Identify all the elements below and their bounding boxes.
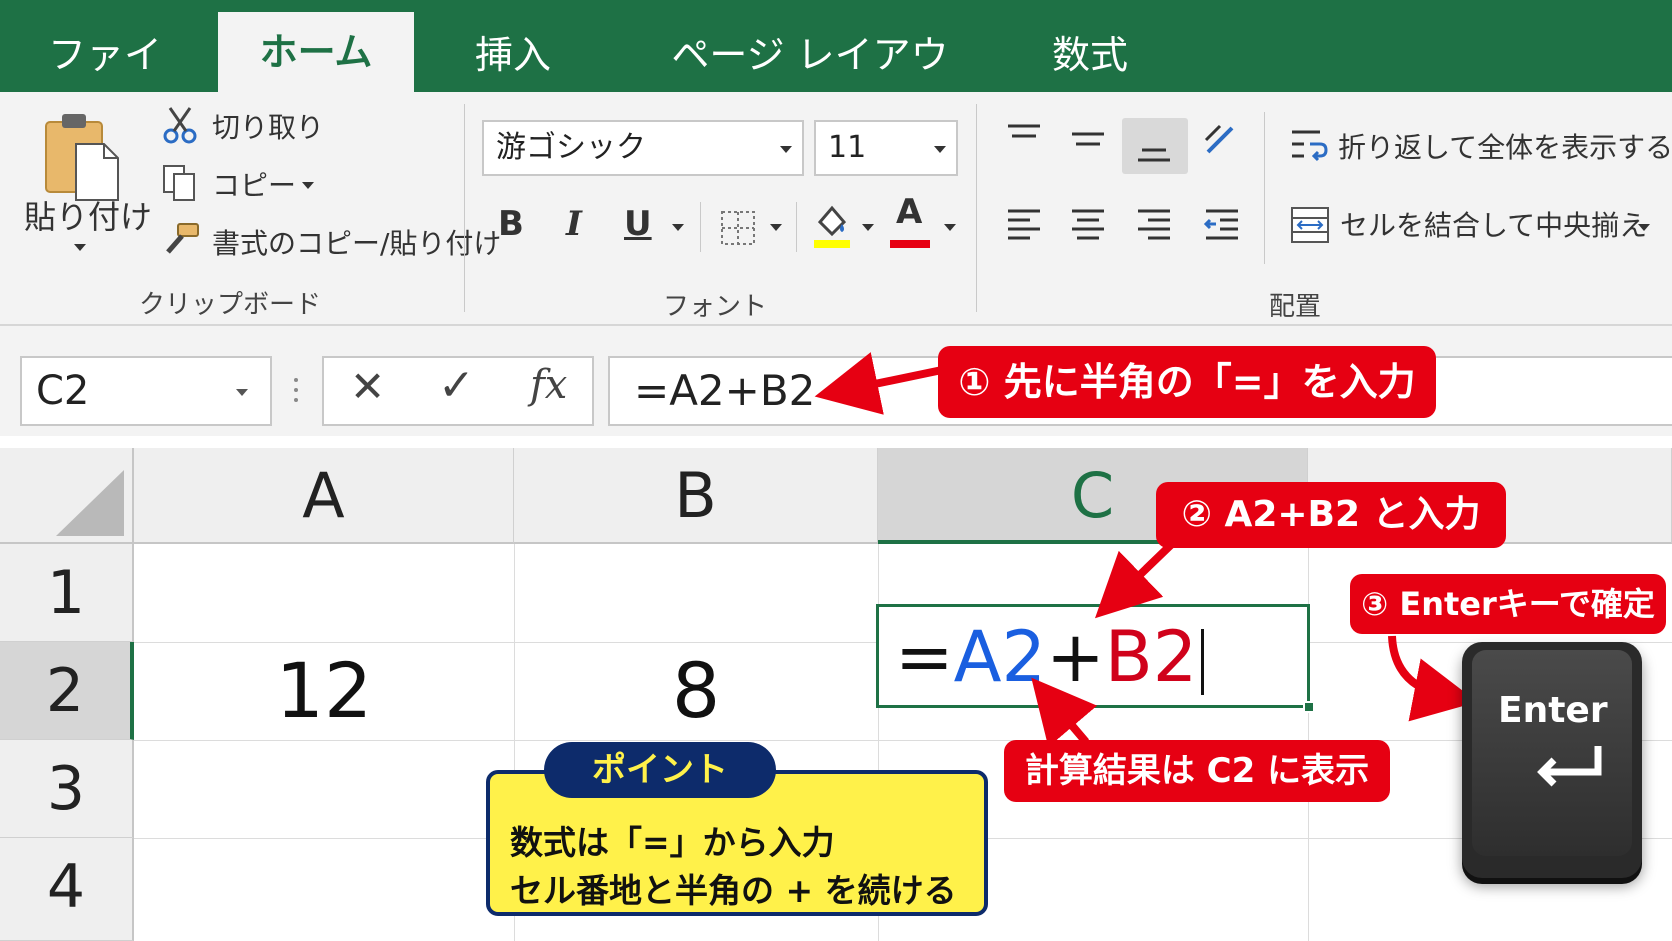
callout-step2: ② A2+B2 と入力 xyxy=(1156,482,1506,548)
callout-step1: ① 先に半角の「=」を入力 xyxy=(938,346,1436,418)
arrow-step2 xyxy=(1094,537,1179,619)
arrow-step1 xyxy=(814,352,943,415)
point-title: ポイント xyxy=(544,742,776,798)
arrow-step3 xyxy=(1388,635,1478,722)
point-line-1: 数式は「=」から入力 xyxy=(510,823,835,862)
callout-step3: ③ Enterキーで確定 xyxy=(1350,574,1666,634)
enter-key: Enter xyxy=(1462,642,1642,878)
point-line-2: セル番地と半角の + を続ける xyxy=(510,871,957,910)
enter-return-icon xyxy=(1537,746,1602,787)
arrow-result xyxy=(1031,677,1098,748)
callout-result: 計算結果は C2 に表示 xyxy=(1004,740,1390,802)
enter-key-cap: Enter xyxy=(1472,650,1632,856)
enter-key-label: Enter xyxy=(1498,690,1608,731)
